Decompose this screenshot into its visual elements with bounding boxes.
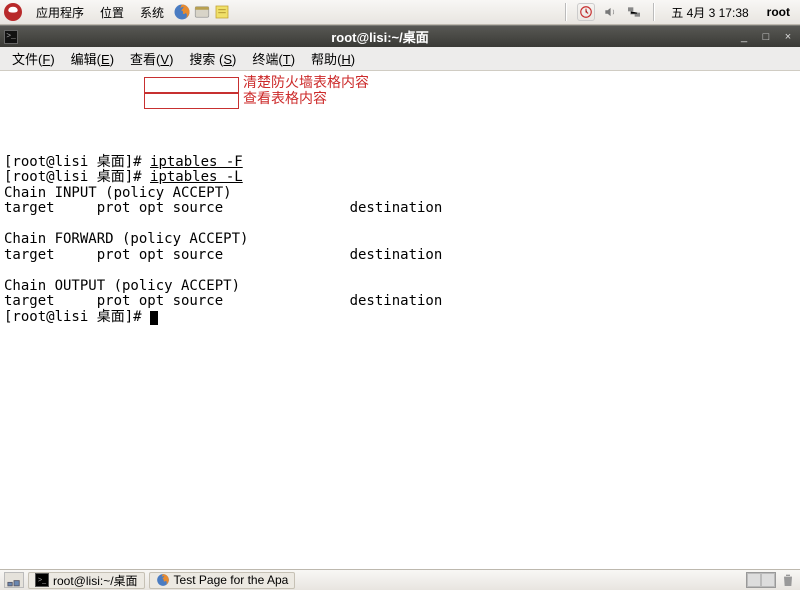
cursor bbox=[150, 311, 158, 325]
minimize-button[interactable]: _ bbox=[736, 30, 752, 44]
task-label: root@lisi:~/桌面 bbox=[53, 572, 138, 589]
clock[interactable]: 五 4月 3 17:38 bbox=[665, 4, 754, 21]
highlight-box-1 bbox=[144, 77, 239, 93]
redhat-icon[interactable] bbox=[4, 3, 22, 21]
menu-file[interactable]: 文件(F) bbox=[4, 49, 63, 68]
terminal-icon: >_ bbox=[35, 573, 49, 587]
user-menu[interactable]: root bbox=[761, 5, 796, 19]
menu-edit[interactable]: 编辑(E) bbox=[63, 49, 122, 68]
show-desktop-button[interactable] bbox=[4, 572, 24, 588]
firefox-icon bbox=[156, 573, 170, 587]
firefox-launcher[interactable] bbox=[172, 2, 192, 22]
close-button[interactable]: × bbox=[780, 30, 796, 44]
system-tray: 五 4月 3 17:38 root bbox=[561, 3, 796, 21]
system-menu[interactable]: 系统 bbox=[132, 4, 172, 21]
terminal-body[interactable]: 清楚防火墙表格内容 查看表格内容 [root@lisi 桌面]# iptable… bbox=[0, 71, 800, 569]
taskbar-firefox[interactable]: Test Page for the Apa bbox=[149, 572, 296, 589]
bottom-panel: >_ root@lisi:~/桌面 Test Page for the Apa bbox=[0, 569, 800, 590]
nautilus-launcher[interactable] bbox=[192, 2, 212, 22]
menu-search[interactable]: 搜索 (S) bbox=[181, 49, 244, 68]
notes-launcher[interactable] bbox=[212, 2, 232, 22]
apps-menu[interactable]: 应用程序 bbox=[28, 4, 92, 21]
task-label: Test Page for the Apa bbox=[174, 573, 289, 587]
menu-view[interactable]: 查看(V) bbox=[122, 49, 181, 68]
command-1: iptables -F bbox=[150, 154, 243, 170]
maximize-button[interactable]: □ bbox=[758, 30, 774, 44]
output-line: Chain OUTPUT (policy ACCEPT) bbox=[4, 278, 240, 294]
prompt: [root@lisi 桌面]# bbox=[4, 169, 150, 185]
terminal-icon: >_ bbox=[4, 30, 18, 44]
taskbar-terminal[interactable]: >_ root@lisi:~/桌面 bbox=[28, 572, 145, 589]
trash-icon[interactable] bbox=[780, 572, 796, 588]
output-line: Chain INPUT (policy ACCEPT) bbox=[4, 185, 232, 201]
separator bbox=[565, 3, 567, 21]
window-titlebar[interactable]: >_ root@lisi:~/桌面 _ □ × bbox=[0, 25, 800, 47]
places-menu[interactable]: 位置 bbox=[92, 4, 132, 21]
highlight-box-2 bbox=[144, 93, 239, 109]
workspace-switcher[interactable] bbox=[746, 572, 776, 588]
separator bbox=[653, 3, 655, 21]
window-title: root@lisi:~/桌面 bbox=[24, 27, 736, 46]
annotation-2: 查看表格内容 bbox=[243, 92, 327, 108]
network-icon[interactable] bbox=[625, 3, 643, 21]
menubar: 文件(F) 编辑(E) 查看(V) 搜索 (S) 终端(T) 帮助(H) bbox=[0, 47, 800, 71]
top-panel: 应用程序 位置 系统 五 4月 3 17:38 root bbox=[0, 0, 800, 25]
annotation-1: 清楚防火墙表格内容 bbox=[243, 76, 369, 92]
output-line: target prot opt source destination bbox=[4, 247, 442, 263]
command-2: iptables -L bbox=[150, 169, 243, 185]
update-icon[interactable] bbox=[577, 3, 595, 21]
output-line: Chain FORWARD (policy ACCEPT) bbox=[4, 231, 248, 247]
volume-icon[interactable] bbox=[601, 3, 619, 21]
prompt: [root@lisi 桌面]# bbox=[4, 154, 150, 170]
menu-help[interactable]: 帮助(H) bbox=[303, 49, 363, 68]
output-line: target prot opt source destination bbox=[4, 293, 442, 309]
output-line: target prot opt source destination bbox=[4, 200, 442, 216]
menu-terminal[interactable]: 终端(T) bbox=[244, 49, 303, 68]
prompt: [root@lisi 桌面]# bbox=[4, 309, 150, 325]
